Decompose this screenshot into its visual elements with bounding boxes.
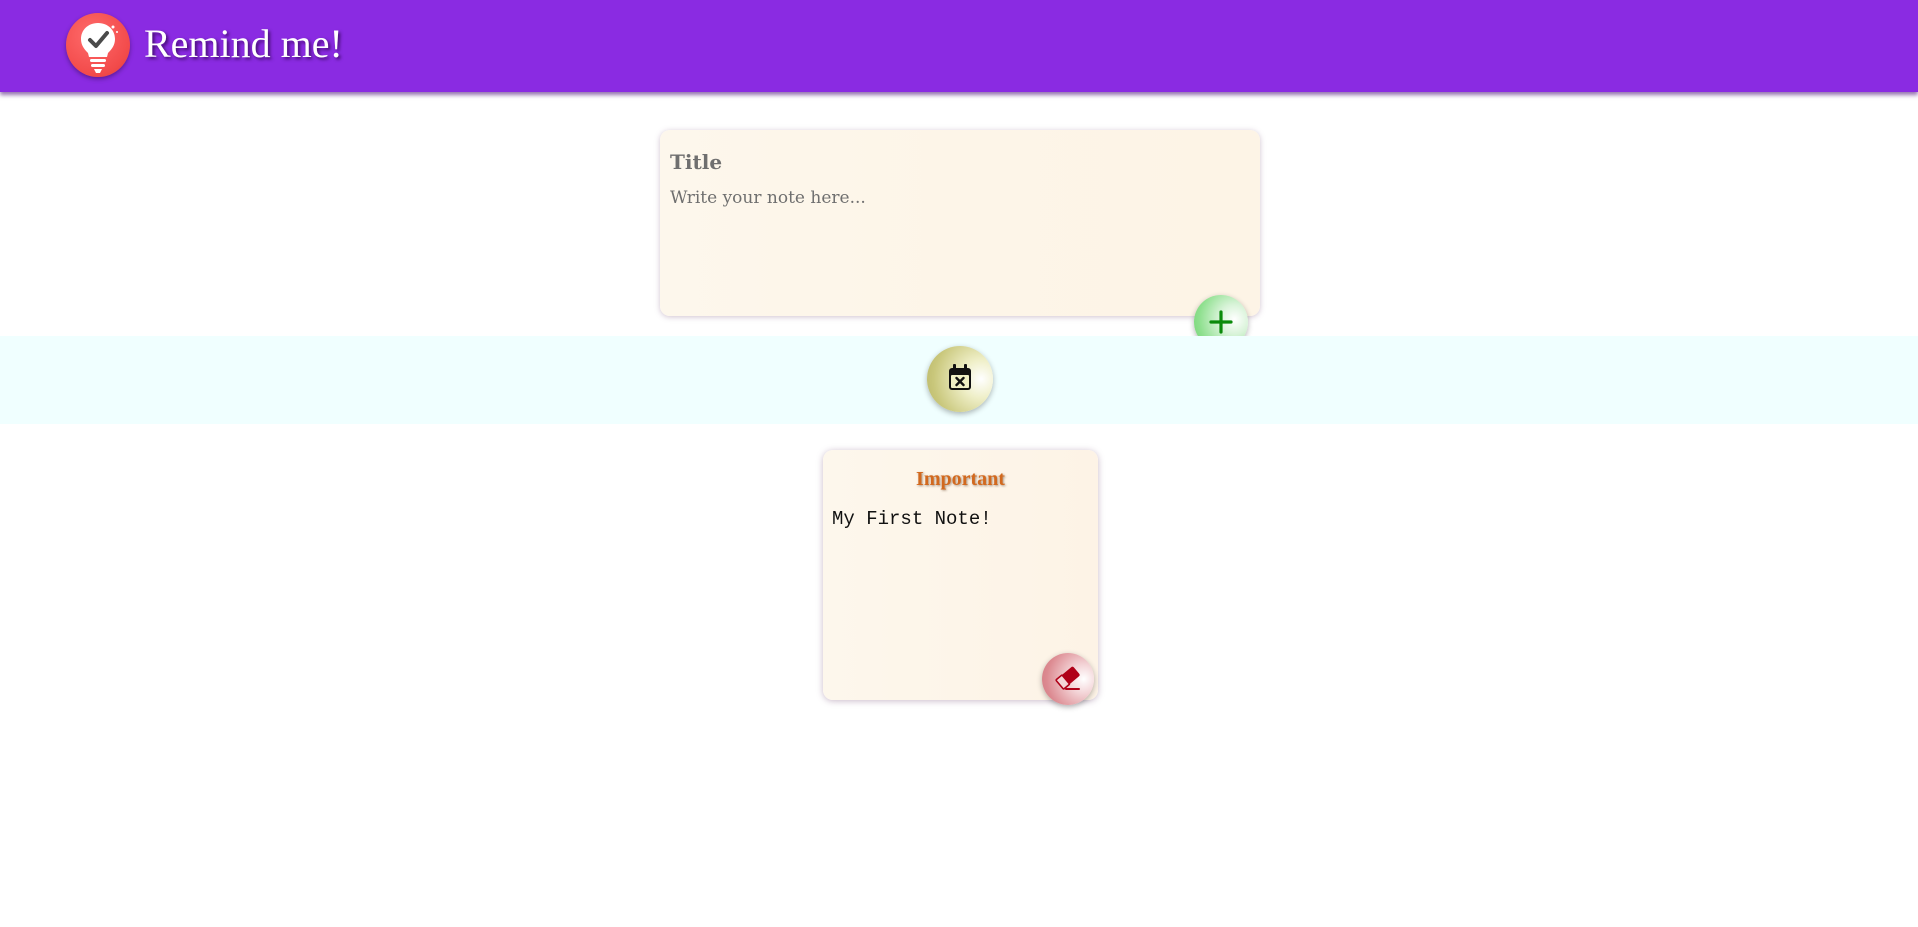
calendar-x-icon [949, 364, 971, 390]
note-title: Important [916, 468, 1005, 490]
eraser-icon [1055, 666, 1080, 690]
note-title-input[interactable] [670, 150, 1230, 174]
delete-note-button[interactable] [1042, 653, 1094, 705]
clear-notes-button[interactable] [927, 346, 993, 412]
note-composer [660, 130, 1260, 316]
note-body-input[interactable] [670, 188, 1240, 298]
app-title: Remind me! [144, 21, 343, 66]
note-body: My First Note! [832, 508, 992, 530]
lightbulb-check-icon [66, 13, 130, 77]
app-header: Remind me! [0, 0, 1918, 92]
